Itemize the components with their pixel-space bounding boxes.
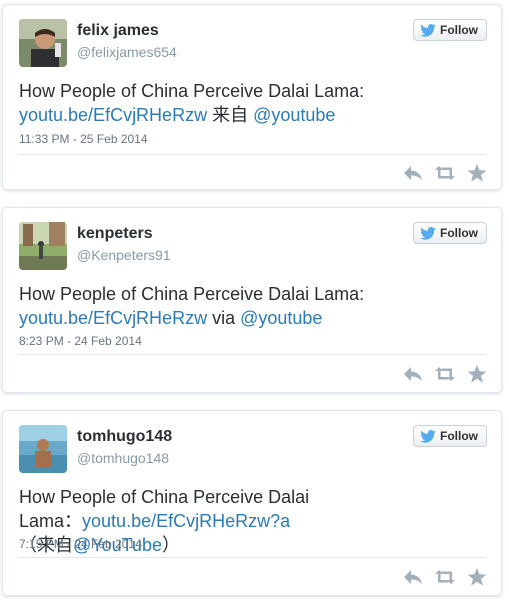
star-icon[interactable] [467, 568, 487, 586]
reply-icon[interactable] [403, 568, 423, 586]
follow-label: Follow [440, 23, 478, 37]
tweet-closing: ） [162, 535, 181, 555]
twitter-bird-icon [420, 226, 436, 240]
user-handle[interactable]: @felixjames654 [77, 44, 177, 60]
tweet-text: How People of China Perceive Dalai Lama:… [19, 79, 459, 127]
tweet-card: tomhugo148 @tomhugo148 Follow How People… [2, 410, 502, 596]
user-handle[interactable]: @tomhugo148 [77, 450, 169, 466]
retweet-icon[interactable] [435, 164, 455, 182]
tweet-timestamp[interactable]: 11:33 PM - 25 Feb 2014 [19, 132, 148, 146]
follow-button[interactable]: Follow [413, 19, 487, 41]
tweet-mention[interactable]: @youtube [240, 308, 322, 328]
avatar[interactable] [19, 425, 67, 473]
tweet-body: How People of China Perceive Dalai Lama: [19, 284, 365, 304]
tweet-timestamp[interactable]: 7:15 PM - 24 Feb 2014 [19, 537, 142, 551]
tweet-body: How People of China Perceive Dalai Lama: [19, 81, 365, 101]
user-name[interactable]: tomhugo148 [77, 428, 172, 446]
star-icon[interactable] [467, 365, 487, 383]
tweet-link[interactable]: youtu.be/EfCvjRHeRzw [19, 105, 207, 125]
twitter-bird-icon [420, 429, 436, 443]
reply-icon[interactable] [403, 365, 423, 383]
tweet-link[interactable]: youtu.be/EfCvjRHeRzw [19, 308, 207, 328]
tweet-actions [403, 568, 487, 586]
twitter-bird-icon [420, 23, 436, 37]
user-handle[interactable]: @Kenpeters91 [77, 247, 171, 263]
follow-button[interactable]: Follow [413, 222, 487, 244]
divider [19, 154, 485, 155]
tweet-mention[interactable]: @youtube [253, 105, 335, 125]
tweet-link[interactable]: youtu.be/EfCvjRHeRzw?a [82, 511, 290, 531]
tweet-connector: 来自 [207, 105, 254, 125]
retweet-icon[interactable] [435, 365, 455, 383]
follow-label: Follow [440, 429, 478, 443]
user-name[interactable]: kenpeters [77, 225, 153, 243]
divider [19, 557, 485, 558]
star-icon[interactable] [467, 164, 487, 182]
retweet-icon[interactable] [435, 568, 455, 586]
follow-button[interactable]: Follow [413, 425, 487, 447]
divider [19, 354, 485, 355]
avatar[interactable] [19, 19, 67, 67]
tweet-text: How People of China Perceive Dalai Lama:… [19, 282, 459, 330]
tweet-timestamp[interactable]: 8:23 PM - 24 Feb 2014 [19, 334, 142, 348]
avatar[interactable] [19, 222, 67, 270]
reply-icon[interactable] [403, 164, 423, 182]
tweet-actions [403, 365, 487, 383]
follow-label: Follow [440, 226, 478, 240]
tweet-card: kenpeters @Kenpeters91 Follow How People… [2, 207, 502, 393]
user-name[interactable]: felix james [77, 22, 159, 40]
tweet-card: felix james @felixjames654 Follow How Pe… [2, 4, 502, 190]
tweet-connector: via [207, 308, 241, 328]
tweet-actions [403, 164, 487, 182]
